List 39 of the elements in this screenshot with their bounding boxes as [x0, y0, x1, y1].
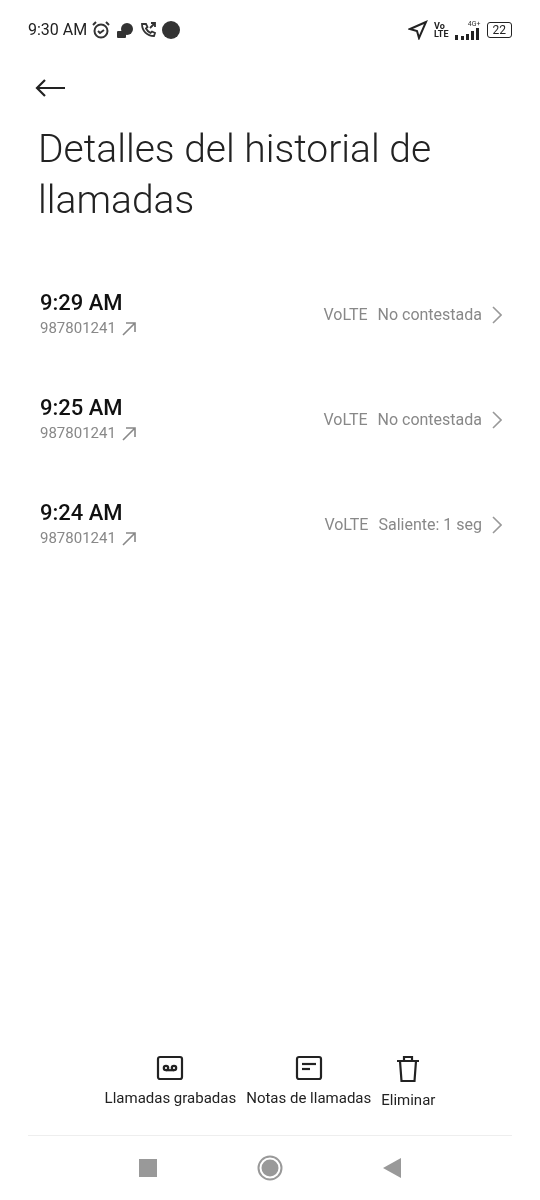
call-time: 9:29 AM [40, 289, 124, 318]
call-log-item[interactable]: 9:29 AM 987801241 VoLTE No contestada [0, 262, 540, 367]
call-status: No contestada [377, 408, 482, 431]
call-log-item[interactable]: 9:24 AM 987801241 VoLTE Saliente: 1 seg [0, 472, 540, 577]
back-triangle-icon[interactable] [383, 1158, 401, 1178]
action-button[interactable]: Llamadas grabadas [103, 1054, 238, 1111]
status-time: 9:30 AM [28, 19, 88, 41]
chevron-right-icon [492, 410, 502, 429]
home-circle-icon[interactable] [257, 1155, 283, 1181]
trash-icon [395, 1054, 422, 1083]
outgoing-arrow-icon [121, 321, 136, 336]
chevron-right-icon [492, 305, 502, 324]
call-technology: VoLTE [324, 513, 369, 536]
call-time: 9:25 AM [40, 394, 124, 423]
alarm-icon [91, 20, 112, 40]
call-status: No contestada [377, 303, 482, 326]
signal-icon [454, 27, 481, 40]
volte-indicator: Vo LTE [434, 22, 449, 38]
phone-number: 987801241 [40, 528, 116, 550]
note-icon [294, 1054, 323, 1081]
action-button[interactable]: Eliminar [380, 1054, 437, 1111]
dot-icon [161, 20, 182, 40]
call-technology: VoLTE [323, 408, 368, 431]
phone-call-icon [139, 21, 158, 39]
back-arrow-icon [34, 78, 66, 98]
outgoing-arrow-icon [121, 426, 136, 441]
outgoing-arrow-icon [121, 531, 136, 546]
action-button[interactable]: Notas de llamadas [245, 1054, 373, 1111]
location-arrow-icon [408, 20, 428, 40]
call-log-item[interactable]: 9:25 AM 987801241 VoLTE No contestada [0, 367, 540, 472]
voicemail-icon [156, 1054, 185, 1081]
battery-indicator: 22 [486, 22, 512, 38]
page-title: Detalles del historial de llamadas [37, 125, 433, 225]
chevron-right-icon [492, 515, 502, 534]
call-technology: VoLTE [323, 303, 368, 326]
call-time: 9:24 AM [40, 499, 124, 528]
phone-number: 987801241 [40, 318, 116, 340]
phone-number: 987801241 [40, 423, 116, 445]
call-status: Saliente: 1 seg [378, 513, 482, 536]
